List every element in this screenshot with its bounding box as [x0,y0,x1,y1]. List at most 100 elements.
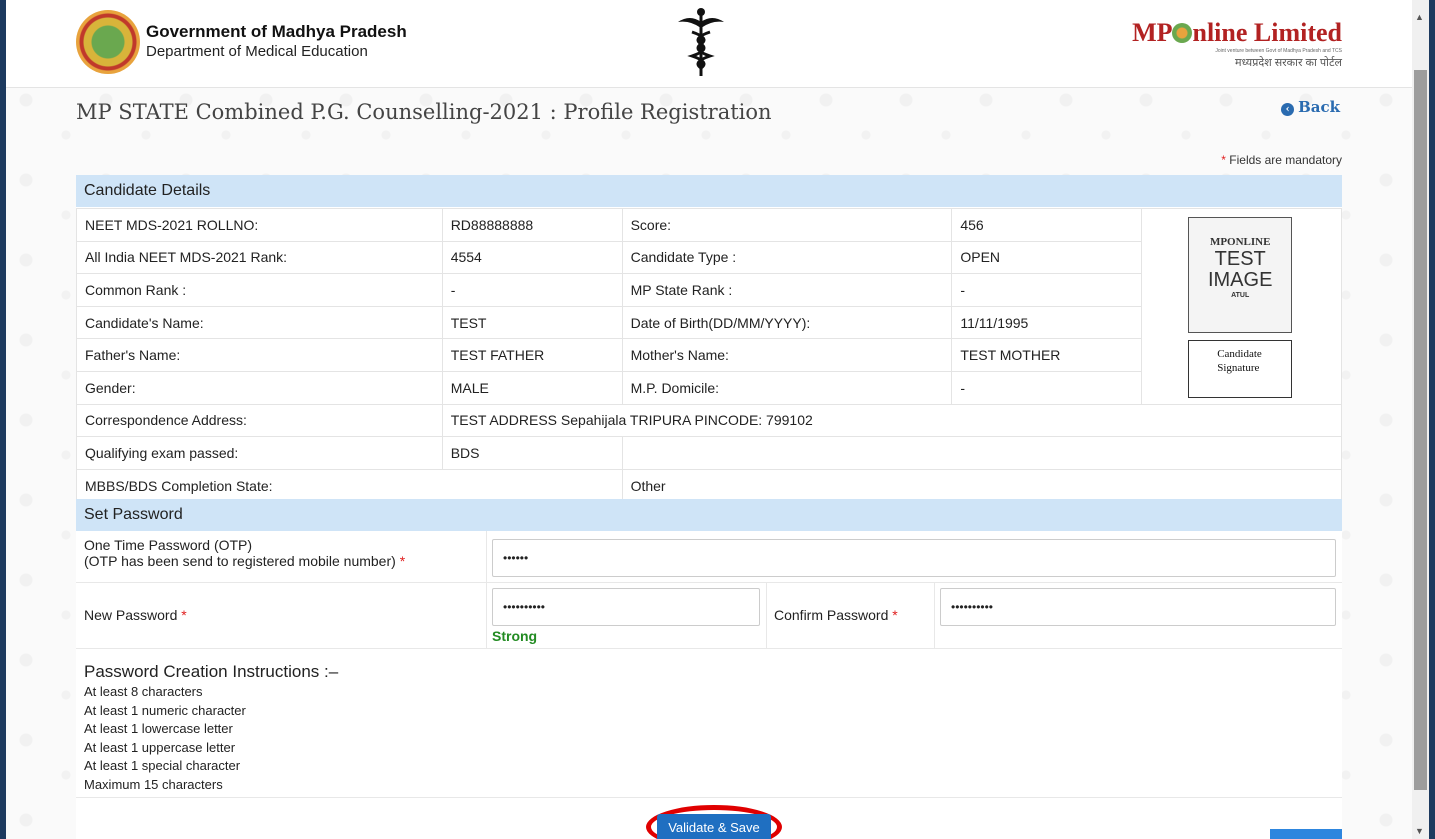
field-value: TEST ADDRESS Sepahijala TRIPURA PINCODE:… [441,403,1343,438]
field-label: MBBS/BDS Completion State: [76,468,623,503]
confirm-password-label: Confirm Password [774,607,889,623]
registration-form: Candidate Details NEET MDS-2021 ROLLNO: R… [76,175,1343,839]
partial-button[interactable] [1270,829,1342,839]
field-label: Candidate Type : [621,240,953,275]
required-asterisk: * [892,607,898,623]
field-value: 4554 [441,240,623,275]
new-password-row: New Password * •••••••••• Strong Confirm… [76,583,1342,649]
field-value: Other [621,468,1343,503]
validate-save-button[interactable]: Validate & Save [657,814,771,839]
confirm-password-label-block: Confirm Password * [774,607,898,623]
back-link[interactable]: ‹ Back [1281,98,1340,116]
signature-text: Signature [1217,362,1260,374]
table-row: MBBS/BDS Completion State: Other [76,468,1343,503]
candidate-photo: MPONLINE TEST IMAGE ATUL [1188,217,1293,333]
photo-text: IMAGE [1207,269,1273,291]
department-title: Department of Medical Education [146,43,368,60]
field-label: MP State Rank : [621,273,953,307]
new-password-label: New Password [84,607,178,623]
password-instructions: Password Creation Instructions :– At lea… [84,662,338,794]
field-value: TEST [441,305,623,340]
mponline-hindi-tagline: मध्यप्रदेश सरकार का पोर्टल [1235,57,1342,69]
instruction-item: At least 1 uppercase letter [84,739,236,755]
otp-row: One Time Password (OTP) (OTP has been se… [76,531,1342,583]
field-value [621,436,1343,470]
photo-text: MPONLINE [1209,236,1271,248]
required-asterisk: * [181,607,187,623]
field-label: Score: [621,208,953,242]
field-label: NEET MDS-2021 ROLLNO: [76,208,443,242]
otp-label: One Time Password (OTP) [84,537,253,553]
field-value: TEST MOTHER [951,338,1143,372]
field-value: 456 [951,208,1143,242]
field-value: BDS [441,436,623,470]
field-value: TEST FATHER [441,338,623,372]
mandatory-note: * Fields are mandatory [1221,153,1342,167]
instruction-item: Maximum 15 characters [84,776,223,792]
government-branding: Government of Madhya Pradesh Department … [146,22,407,60]
column-divider [486,531,487,583]
otp-note: (OTP has been send to registered mobile … [84,553,396,569]
field-value: - [951,370,1143,405]
page-title: MP STATE Combined P.G. Counselling-2021 … [76,100,772,124]
instruction-item: At least 1 special character [84,758,241,773]
instructions-title: Password Creation Instructions :– [84,662,339,681]
form-footer-divider [76,797,1342,798]
field-label: Candidate's Name: [76,305,443,340]
browser-viewport: Government of Madhya Pradesh Department … [6,0,1412,839]
government-title: Government of Madhya Pradesh [146,22,407,41]
photo-text: ATUL [1231,292,1250,299]
field-value: - [951,273,1143,307]
column-divider [486,583,487,649]
required-asterisk: * [399,553,406,569]
signature-text: Candidate [1217,348,1262,360]
instruction-item: At least 8 characters [84,684,203,699]
field-value: - [441,273,623,307]
column-divider [766,583,767,649]
field-label: M.P. Domicile: [621,370,953,405]
otp-input[interactable]: •••••• [492,539,1336,577]
chevron-left-icon: ‹ [1281,103,1295,116]
mandatory-text: Fields are mandatory [1229,153,1342,167]
field-label: Father's Name: [76,338,443,372]
field-label: Correspondence Address: [76,403,443,438]
field-label: Common Rank : [76,273,443,307]
table-row: NEET MDS-2021 ROLLNO: RD88888888 Score: 456… [76,208,1342,405]
scrollbar-thumb[interactable] [1414,70,1427,790]
field-label: Gender: [76,370,443,405]
confirm-password-input[interactable]: •••••••••• [940,588,1336,626]
scroll-down-icon[interactable]: ▼ [1415,826,1424,836]
table-row: Correspondence Address: TEST ADDRESS Sepa… [76,403,1343,438]
photo-cell: MPONLINE TEST IMAGE ATUL Candidate Signature [1141,208,1342,405]
otp-label-block: One Time Password (OTP) (OTP has been se… [84,537,405,569]
candidate-signature: Candidate Signature [1188,340,1293,398]
mponline-tagline: Joint venture between Govt of Madhya Pra… [1215,48,1342,54]
field-value: OPEN [951,240,1143,275]
caduceus-icon [678,8,724,76]
set-password-header: Set Password [76,499,1342,531]
highlight-ring: Validate & Save [646,805,782,839]
back-label: Back [1298,98,1340,116]
field-label: Mother's Name: [621,338,953,372]
mp-government-emblem-icon [76,10,140,74]
field-label: All India NEET MDS-2021 Rank: [76,240,443,275]
password-strength-indicator: Strong [492,628,538,644]
photo-text: TEST [1214,248,1266,270]
mponline-logo-suffix: nline Limited [1192,18,1342,47]
mponline-logo: MP nline Limited Joint venture between Go… [1132,18,1342,70]
field-value: RD88888888 [441,208,623,242]
instruction-item: At least 1 numeric character [84,702,246,718]
required-asterisk: * [1221,153,1226,167]
mponline-logo-o-icon [1172,23,1193,43]
window-edge [1429,0,1435,839]
table-row: Qualifying exam passed: BDS [76,436,1343,470]
candidate-details-header: Candidate Details [76,175,1342,207]
field-value: 11/11/1995 [951,305,1143,340]
field-label: Date of Birth(DD/MM/YYYY): [621,305,953,340]
scroll-up-icon[interactable]: ▲ [1415,12,1424,22]
new-password-label-block: New Password * [84,607,187,623]
field-label: Qualifying exam passed: [76,436,443,470]
site-header: Government of Madhya Pradesh Department … [6,0,1412,88]
mponline-logo-prefix: MP [1132,18,1173,47]
new-password-input[interactable]: •••••••••• [492,588,760,626]
